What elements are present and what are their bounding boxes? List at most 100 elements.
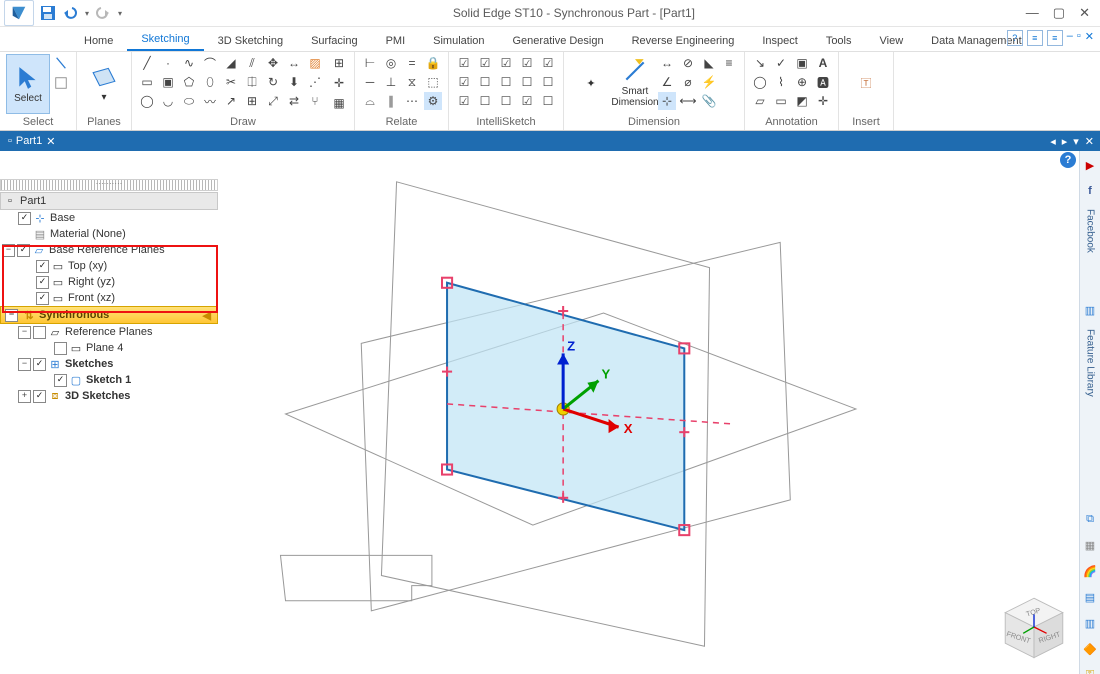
mirror-icon[interactable]: ⎅ (243, 73, 261, 91)
weld-icon[interactable]: ⌇ (772, 73, 790, 91)
datum-icon[interactable]: ▣ (793, 54, 811, 72)
tree-base-ref-planes[interactable]: − ✓ ▱ Base Reference Planes (0, 242, 218, 258)
base-checkbox[interactable]: ✓ (18, 212, 31, 225)
arc-icon[interactable]: ◡ (159, 92, 177, 110)
is-point-icon[interactable]: ☐ (497, 92, 515, 110)
tab-surfacing[interactable]: Surfacing (297, 31, 371, 51)
tree-sketches[interactable]: − ✓ ⊞ Sketches (0, 356, 218, 372)
is-parallel-icon[interactable]: ☐ (476, 73, 494, 91)
convert-icon[interactable]: ⇄ (285, 92, 303, 110)
pattern-icon[interactable]: ⊞ (243, 92, 261, 110)
polygon-icon[interactable]: ⬠ (180, 73, 198, 91)
tab-inspect[interactable]: Inspect (748, 31, 811, 51)
pane5-icon[interactable]: ▥ (1082, 615, 1098, 631)
right-checkbox[interactable]: ✓ (36, 276, 49, 289)
brp-expander[interactable]: − (2, 244, 15, 257)
is-endpoint-icon[interactable]: ☑ (455, 54, 473, 72)
tree-3d-sketches[interactable]: + ✓ ⧈ 3D Sketches (0, 388, 218, 404)
trim-icon[interactable]: ✂ (222, 73, 240, 91)
select-button[interactable]: Select (6, 54, 50, 114)
top-checkbox[interactable]: ✓ (36, 260, 49, 273)
chamfer-icon[interactable]: ◢ (222, 54, 240, 72)
close-button[interactable]: ✕ (1079, 5, 1090, 21)
move-icon[interactable]: ✥ (264, 54, 282, 72)
connect-icon[interactable]: ⊢ (361, 54, 379, 72)
distance-dim-icon[interactable]: ↔ (658, 54, 676, 72)
tab-generative-design[interactable]: Generative Design (499, 31, 618, 51)
spline-icon[interactable]: 〰 (201, 92, 219, 110)
coord-dim-icon[interactable]: ⊹ (658, 92, 676, 110)
tree-synchronous-bar[interactable]: − ⇅ Synchronous ◀ (0, 306, 218, 324)
pane3-icon[interactable]: 🌈 (1082, 563, 1098, 579)
window-dropdown-icon[interactable]: ▾ (1073, 135, 1079, 148)
maximize-button[interactable]: ▢ (1053, 5, 1065, 21)
planes-button[interactable]: ▾ (83, 54, 125, 112)
perpendicular-icon[interactable]: ⊥ (382, 73, 400, 91)
redo-icon[interactable] (95, 5, 111, 21)
youtube-icon[interactable]: ▶ (1082, 157, 1098, 173)
fillet-icon[interactable]: ⌒ (201, 54, 219, 72)
doc-close-icon[interactable]: ✕ (1085, 135, 1094, 148)
pane1-icon[interactable]: ⧉ (1082, 511, 1098, 527)
ellipse-icon[interactable]: ⬭ (180, 92, 198, 110)
horizontal-icon[interactable]: ─ (361, 73, 379, 91)
nav-right-icon[interactable]: ▸ (1062, 135, 1068, 148)
document-tab[interactable]: ▫ Part1 ✕ (0, 133, 63, 150)
attach-dim-icon[interactable]: 📎 (700, 92, 718, 110)
concentric-icon[interactable]: ◎ (382, 54, 400, 72)
insert-image-button[interactable]: 🅃 (845, 54, 887, 112)
plane4-checkbox[interactable] (54, 342, 67, 355)
keypoint-button[interactable]: ✦ (570, 54, 612, 112)
lock-icon[interactable]: 🔒 (424, 54, 442, 72)
tree-material[interactable]: ▤ Material (None) (0, 226, 218, 242)
is-midpoint-icon[interactable]: ☑ (455, 73, 473, 91)
mdi-close-icon[interactable]: ✕ (1085, 30, 1094, 46)
tree-right-plane[interactable]: ✓ ▭ Right (yz) (0, 274, 218, 290)
sync-expander[interactable]: − (5, 309, 18, 322)
is-tangent-icon[interactable]: ☐ (497, 73, 515, 91)
is-intersect-icon[interactable]: ☑ (476, 54, 494, 72)
chamfer-dim-icon[interactable]: ◣ (700, 54, 718, 72)
tab-reverse-engineering[interactable]: Reverse Engineering (618, 31, 749, 51)
is-silhouette-icon[interactable]: ☑ (518, 54, 536, 72)
select-filter-icon[interactable] (52, 54, 70, 72)
is-grid-icon[interactable]: ☑ (539, 54, 557, 72)
balloon-icon[interactable]: ◯ (751, 73, 769, 91)
slot-icon[interactable]: ⬯ (201, 73, 219, 91)
symmetric-dim-icon[interactable]: ⟷ (679, 92, 697, 110)
tab-view[interactable]: View (866, 31, 918, 51)
style2-icon[interactable]: ≡ (1047, 30, 1063, 46)
refp-checkbox[interactable] (33, 326, 46, 339)
tab-tools[interactable]: Tools (812, 31, 866, 51)
is-horiz-icon[interactable]: ☑ (497, 54, 515, 72)
tab-home[interactable]: Home (70, 31, 127, 51)
offset-icon[interactable]: ⫽ (243, 54, 261, 72)
region-icon[interactable]: ▦ (330, 94, 348, 112)
tree-plane4[interactable]: ▭ Plane 4 (0, 340, 218, 356)
surface-texture-icon[interactable]: ✓ (772, 54, 790, 72)
tree-sketch1[interactable]: ✓ ▢ Sketch 1 (0, 372, 218, 388)
minimize-button[interactable]: — (1026, 5, 1039, 21)
extend-icon[interactable]: ↗ (222, 92, 240, 110)
relation-assist-icon[interactable]: ⚙ (424, 92, 442, 110)
equal-icon[interactable]: = (403, 54, 421, 72)
grid-icon[interactable]: ⊞ (330, 54, 348, 72)
tree-base[interactable]: ✓ ⊹ Base (0, 210, 218, 226)
mdi-restore-icon[interactable]: ▫ (1077, 30, 1081, 46)
datum-target-icon[interactable]: ⊕ (793, 73, 811, 91)
sk3d-checkbox[interactable]: ✓ (33, 390, 46, 403)
scale-icon[interactable]: ⤢ (264, 92, 282, 110)
tab-sketching[interactable]: Sketching (127, 29, 203, 51)
tangent-icon[interactable]: ⌓ (361, 92, 379, 110)
tree-top-plane[interactable]: ✓ ▭ Top (xy) (0, 258, 218, 274)
radial-dim-icon[interactable]: ⊘ (679, 54, 697, 72)
view-cube[interactable]: TOP FRONT RIGHT (998, 591, 1070, 663)
is-center-icon[interactable]: ☑ (455, 92, 473, 110)
is-perp-icon[interactable]: ☐ (476, 92, 494, 110)
tree-grip[interactable]: ·········· (0, 179, 218, 191)
rotate-icon[interactable]: ↻ (264, 73, 282, 91)
tab-pmi[interactable]: PMI (372, 31, 420, 51)
center-mark-icon[interactable]: ✛ (814, 92, 832, 110)
sketches-checkbox[interactable]: ✓ (33, 358, 46, 371)
text-box-icon[interactable]: 🅰 (814, 73, 832, 91)
